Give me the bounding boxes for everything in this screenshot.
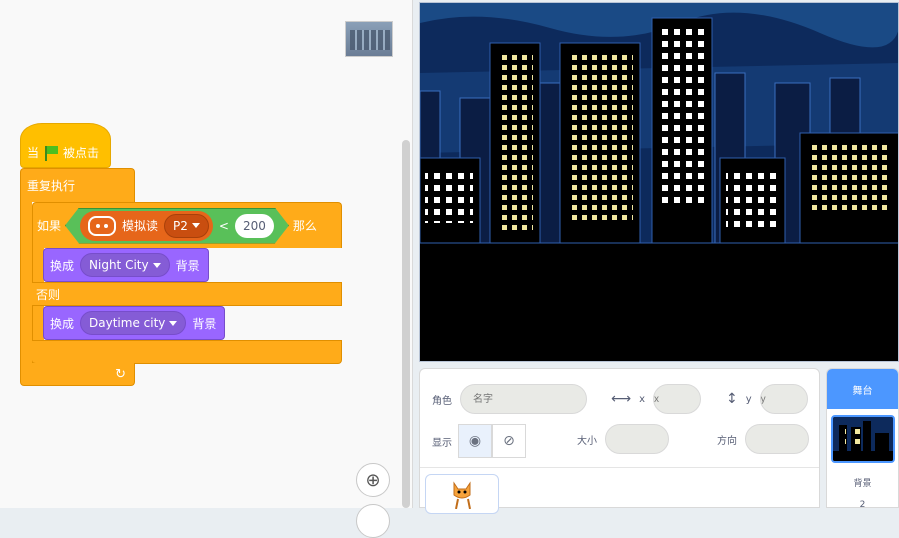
sprite-tile[interactable] [425, 474, 499, 514]
y-position-input[interactable] [759, 384, 808, 414]
night-city-backdrop [420, 3, 898, 361]
analog-read-label: 模拟读 [122, 219, 159, 233]
threshold-input[interactable]: 200 [235, 214, 274, 238]
x-position-input[interactable] [653, 384, 701, 414]
loop-arrow-icon: ↻ [115, 366, 126, 382]
pin-dropdown[interactable]: P2 [164, 214, 209, 238]
forever-block[interactable]: 重复执行 [20, 168, 135, 202]
pin-value: P2 [173, 218, 188, 233]
show-sprite-button[interactable]: ◉ [458, 424, 492, 458]
forever-label: 重复执行 [27, 179, 76, 193]
hide-sprite-button[interactable]: ⊘ [492, 424, 526, 458]
y-label: y [745, 393, 752, 405]
switch-backdrop-block-then[interactable]: 换成 Night City 背景 [43, 248, 209, 282]
dropdown-caret-icon [152, 262, 161, 268]
if-label: 如果 [37, 219, 62, 233]
zoom-in-button[interactable]: ⊕ [356, 463, 390, 497]
forever-block-arm [20, 202, 32, 367]
sprite-info-panel: 角色 ⟷ x ↕ y 显示 ◉ ⊘ 大小 方向 [419, 368, 820, 514]
backdrop-value: Night City [89, 258, 149, 272]
else-section: 否则 [32, 282, 342, 306]
if-block-end [32, 340, 342, 364]
sprite-label: 角色 [432, 395, 452, 407]
backdrops-count: 2 [859, 500, 866, 508]
less-than-condition[interactable]: 模拟读 P2 < 200 [65, 208, 289, 244]
stage-tab-header: 舞台 [827, 369, 898, 409]
clicked-label: 被点击 [63, 146, 100, 160]
eye-off-icon: ⊘ [503, 433, 515, 449]
zoom-out-button[interactable] [356, 504, 390, 538]
analog-read-reporter[interactable]: 模拟读 P2 [80, 211, 213, 241]
arrows-vertical-icon: ↕ [726, 391, 738, 407]
backdrop-dropdown[interactable]: Daytime city [80, 311, 187, 335]
backdrops-label: 背景 [853, 479, 872, 489]
when-label: 当 [27, 146, 40, 160]
microbit-icon [88, 216, 116, 236]
eye-icon: ◉ [468, 433, 482, 449]
show-label: 显示 [432, 437, 452, 449]
size-label: 大小 [577, 435, 597, 447]
direction-input[interactable] [745, 424, 809, 454]
switch-backdrop-block-else[interactable]: 换成 Daytime city 背景 [43, 306, 226, 340]
workspace-scrollbar[interactable] [402, 140, 410, 508]
backdrop-dropdown[interactable]: Night City [80, 253, 170, 277]
green-flag-icon [44, 145, 59, 161]
less-than-operator: < [218, 218, 229, 233]
backdrop-value: Daytime city [89, 316, 166, 330]
stage-selector[interactable]: 舞台 背景 2 [826, 368, 899, 508]
x-label: x [639, 393, 645, 405]
arrows-horizontal-icon: ⟷ [611, 391, 632, 407]
divider [420, 467, 819, 468]
else-label: 否则 [36, 287, 61, 302]
sprite-name-input[interactable] [460, 384, 587, 414]
switch-label: 换成 [50, 316, 75, 331]
direction-label: 方向 [717, 435, 737, 447]
dropdown-caret-icon [169, 320, 178, 326]
stage-title: 舞台 [852, 385, 873, 397]
cat-sprite-icon [453, 481, 471, 509]
backdrop-suffix: 背景 [175, 258, 200, 273]
backdrop-suffix: 背景 [192, 316, 217, 331]
size-input[interactable] [605, 424, 669, 454]
then-label: 那么 [292, 219, 317, 233]
stage-backdrop-thumbnail [831, 415, 895, 463]
zoom-in-icon: ⊕ [365, 469, 381, 491]
stage[interactable] [419, 2, 899, 362]
switch-label: 换成 [50, 258, 75, 273]
code-workspace[interactable]: 当 被点击 重复执行 如果 模拟读 P2 < 200 那么 换成 Night C… [0, 0, 413, 538]
dropdown-caret-icon [192, 223, 200, 228]
forever-block-end: ↻ [20, 363, 135, 386]
if-else-block[interactable]: 如果 模拟读 P2 < 200 那么 [32, 202, 342, 248]
when-flag-clicked-block[interactable]: 当 被点击 [20, 123, 111, 168]
stage-thumbnail-indicator [345, 21, 393, 57]
